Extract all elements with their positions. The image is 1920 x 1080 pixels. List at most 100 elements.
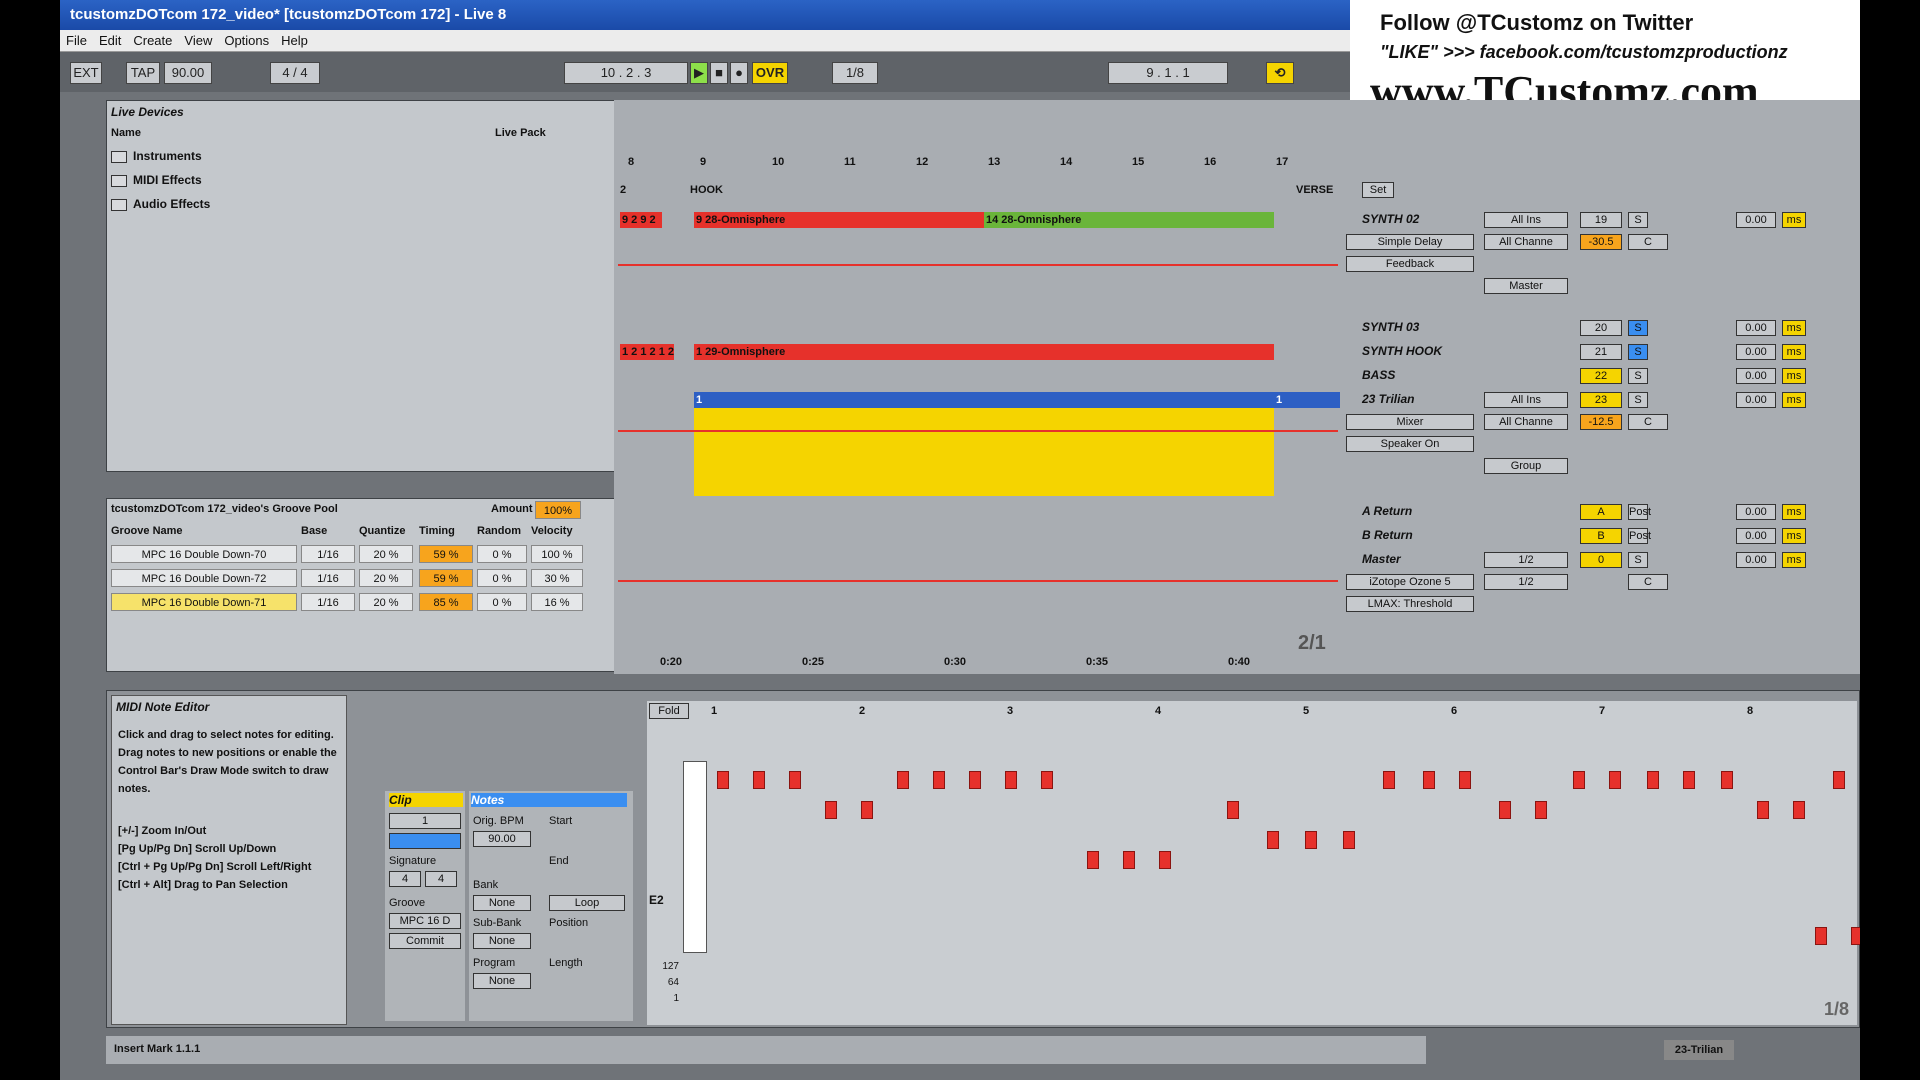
- volume-field[interactable]: -30.5: [1580, 234, 1622, 250]
- midi-note[interactable]: [1123, 851, 1135, 869]
- menu-edit[interactable]: Edit: [93, 30, 127, 51]
- name-column-header[interactable]: Name: [111, 127, 141, 139]
- groove-cell[interactable]: 0 %: [477, 569, 527, 587]
- fold-button[interactable]: Fold: [649, 703, 689, 719]
- solo-button[interactable]: S: [1628, 368, 1648, 384]
- output-select[interactable]: 1/2: [1484, 574, 1568, 590]
- midi-note[interactable]: [1343, 831, 1355, 849]
- pan-field[interactable]: C: [1628, 234, 1668, 250]
- channel-select[interactable]: All Channe: [1484, 414, 1568, 430]
- menu-view[interactable]: View: [178, 30, 218, 51]
- piano-keyboard[interactable]: [683, 761, 707, 953]
- program-select[interactable]: None: [473, 973, 531, 989]
- track-number-4[interactable]: 23: [1580, 392, 1622, 408]
- commit-button[interactable]: Commit: [389, 933, 461, 949]
- send-value[interactable]: 0.00: [1736, 344, 1776, 360]
- record-button[interactable]: ●: [730, 62, 748, 84]
- output-select[interactable]: Master: [1484, 278, 1568, 294]
- clip-name-field[interactable]: 1: [389, 813, 461, 829]
- midi-note[interactable]: [1499, 801, 1511, 819]
- quantize-menu[interactable]: 1/8: [832, 62, 878, 84]
- clip-color[interactable]: [389, 833, 461, 849]
- midi-note[interactable]: [861, 801, 873, 819]
- groove-cell[interactable]: 1/16: [301, 545, 355, 563]
- overdub-button[interactable]: OVR: [752, 62, 788, 84]
- groove-cell[interactable]: 30 %: [531, 569, 583, 587]
- midi-note[interactable]: [753, 771, 765, 789]
- ms-button[interactable]: ms: [1782, 528, 1806, 544]
- midi-note[interactable]: [1721, 771, 1733, 789]
- browser-item-audio-effects[interactable]: Audio Effects: [107, 197, 210, 219]
- track-number-6[interactable]: B: [1580, 528, 1622, 544]
- browser-item-midi-effects[interactable]: MIDI Effects: [107, 173, 202, 195]
- solo-button[interactable]: S: [1628, 344, 1648, 360]
- locator-hook[interactable]: HOOK: [690, 184, 723, 196]
- loop-button[interactable]: Loop: [549, 895, 625, 911]
- channel-select[interactable]: All Channe: [1484, 234, 1568, 250]
- midi-note[interactable]: [825, 801, 837, 819]
- ms-button[interactable]: ms: [1782, 344, 1806, 360]
- sub-bank-select[interactable]: None: [473, 933, 531, 949]
- midi-note[interactable]: [1609, 771, 1621, 789]
- set-locator-button[interactable]: Set: [1362, 182, 1394, 198]
- device-select[interactable]: Simple Delay: [1346, 234, 1474, 250]
- clip-synth02-a[interactable]: 9 2 9 2: [620, 212, 662, 228]
- track-name-2[interactable]: SYNTH HOOK: [1342, 344, 1716, 366]
- menu-options[interactable]: Options: [218, 30, 275, 51]
- solo-button[interactable]: S: [1628, 212, 1648, 228]
- ms-button[interactable]: ms: [1782, 212, 1806, 228]
- groove-cell[interactable]: 59 %: [419, 545, 473, 563]
- menu-help[interactable]: Help: [275, 30, 314, 51]
- send-value[interactable]: 0.00: [1736, 504, 1776, 520]
- groove-cell[interactable]: 85 %: [419, 593, 473, 611]
- clip-synth02-c[interactable]: 14 28-Omnisphere: [984, 212, 1274, 228]
- groove-cell[interactable]: 20 %: [359, 569, 413, 587]
- amount-field[interactable]: 100%: [535, 501, 581, 519]
- clip-trilian-b[interactable]: 1: [1274, 392, 1340, 408]
- clip-trilian-a[interactable]: 1: [694, 392, 1274, 408]
- input-select[interactable]: All Ins: [1484, 212, 1568, 228]
- send-value[interactable]: 0.00: [1736, 528, 1776, 544]
- track-number-0[interactable]: 19: [1580, 212, 1622, 228]
- track-name-6[interactable]: B Return: [1342, 528, 1716, 550]
- groove-cell[interactable]: 100 %: [531, 545, 583, 563]
- midi-note[interactable]: [1757, 801, 1769, 819]
- midi-note[interactable]: [1423, 771, 1435, 789]
- midi-note[interactable]: [1535, 801, 1547, 819]
- song-position-field[interactable]: 10 . 2 . 3: [564, 62, 688, 84]
- groove-cell[interactable]: 0 %: [477, 545, 527, 563]
- groove-cell[interactable]: 20 %: [359, 593, 413, 611]
- track-name-3[interactable]: BASS: [1342, 368, 1716, 390]
- groove-cell[interactable]: 1/16: [301, 569, 355, 587]
- locator-verse[interactable]: VERSE: [1296, 184, 1333, 196]
- ms-button[interactable]: ms: [1782, 504, 1806, 520]
- midi-note[interactable]: [1087, 851, 1099, 869]
- param-select[interactable]: Feedback: [1346, 256, 1474, 272]
- groove-cell[interactable]: 59 %: [419, 569, 473, 587]
- menu-file[interactable]: File: [60, 30, 93, 51]
- trilian-clip-content[interactable]: [694, 408, 1274, 496]
- midi-note[interactable]: [789, 771, 801, 789]
- ms-button[interactable]: ms: [1782, 368, 1806, 384]
- stop-button[interactable]: ■: [710, 62, 728, 84]
- midi-note[interactable]: [1647, 771, 1659, 789]
- selected-track-name[interactable]: 23-Trilian: [1664, 1040, 1734, 1060]
- midi-note[interactable]: [1305, 831, 1317, 849]
- track-number-2[interactable]: 21: [1580, 344, 1622, 360]
- clip-hook-b[interactable]: 1 29-Omnisphere: [694, 344, 1274, 360]
- midi-note[interactable]: [1793, 801, 1805, 819]
- orig-bpm-field[interactable]: 90.00: [473, 831, 531, 847]
- sig-numerator[interactable]: 4: [389, 871, 421, 887]
- midi-note[interactable]: [1815, 927, 1827, 945]
- track-number-3[interactable]: 22: [1580, 368, 1622, 384]
- tap-tempo-button[interactable]: TAP: [126, 62, 160, 84]
- ext-sync-button[interactable]: EXT: [70, 62, 102, 84]
- midi-note[interactable]: [1267, 831, 1279, 849]
- loop-switch[interactable]: ⟲: [1266, 62, 1294, 84]
- midi-note[interactable]: [897, 771, 909, 789]
- bank-select[interactable]: None: [473, 895, 531, 911]
- midi-note[interactable]: [969, 771, 981, 789]
- midi-note[interactable]: [1159, 851, 1171, 869]
- midi-note[interactable]: [1005, 771, 1017, 789]
- midi-note[interactable]: [933, 771, 945, 789]
